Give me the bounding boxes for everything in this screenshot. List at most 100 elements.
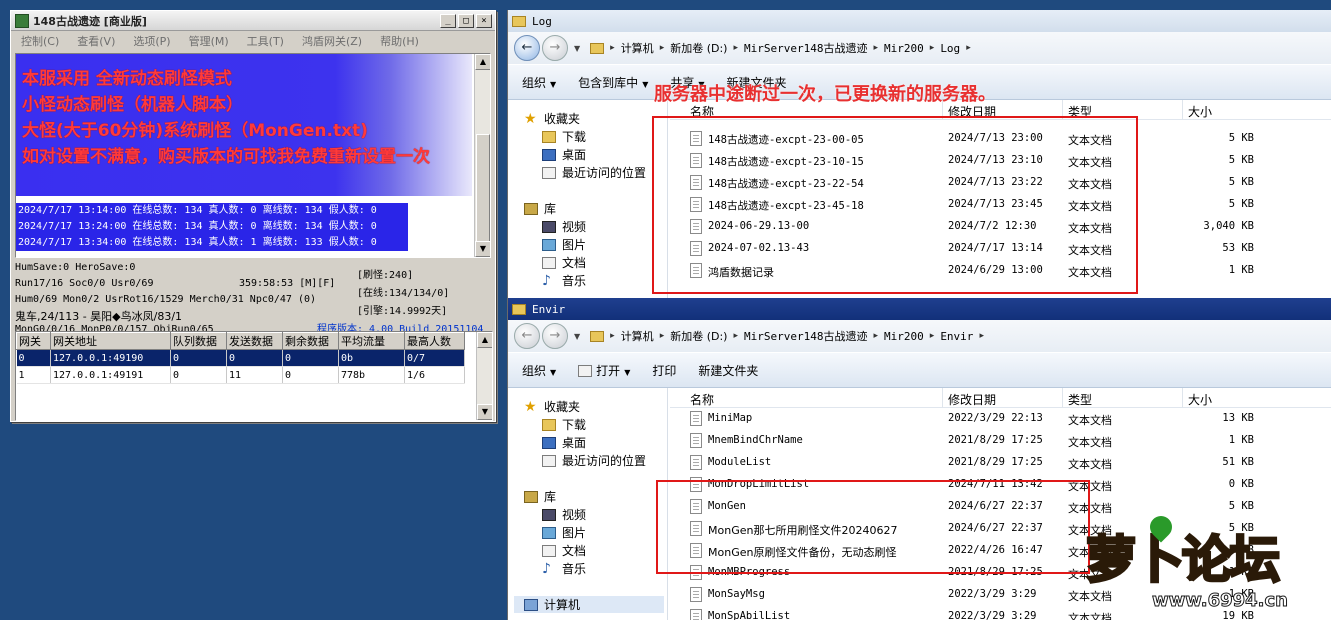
col-max-users[interactable]: 最高人数 bbox=[404, 332, 465, 350]
breadcrumb-item[interactable]: Mir200 bbox=[884, 42, 924, 55]
nav-music[interactable]: ♪ 音乐 bbox=[542, 560, 586, 577]
forward-arrow-icon[interactable]: → bbox=[542, 35, 568, 61]
menu-gateway[interactable]: 鸿盾网关(Z) bbox=[302, 33, 362, 49]
list-item[interactable]: MnemBindChrName 2021/8/29 17:25 文本文档 1 KB bbox=[670, 430, 1331, 452]
nav-favorites[interactable]: ★ 收藏夹 bbox=[524, 110, 580, 127]
menu-view[interactable]: 查看(V) bbox=[77, 33, 115, 49]
back-arrow-icon[interactable]: ← bbox=[514, 323, 540, 349]
col-gateway[interactable]: 网关 bbox=[16, 332, 51, 350]
breadcrumb-item[interactable]: MirServer148古战遗迹 bbox=[744, 328, 867, 344]
col-traffic[interactable]: 平均流量 bbox=[338, 332, 405, 350]
breadcrumb-item[interactable]: Mir200 bbox=[884, 330, 924, 343]
organize-button[interactable]: 组织 ▼ bbox=[522, 74, 556, 91]
nav-recent[interactable]: 最近访问的位置 bbox=[542, 164, 646, 181]
log-address-bar: ← → ▼ ▸ 计算机 ▸ 新加卷 (D:) ▸ MirServer148古战遗迹 ▸… bbox=[508, 32, 1331, 64]
cell: 778b bbox=[338, 366, 405, 384]
log-nav-pane: ★ 收藏夹 下载 桌面 最近访问的位置 库 视频 图片 文档 ♪ 音乐 bbox=[508, 100, 668, 300]
desktop-icon bbox=[542, 148, 556, 161]
stat-humsave: HumSave:0 HeroSave:0 bbox=[15, 262, 136, 273]
nav-documents[interactable]: 文档 bbox=[542, 542, 586, 559]
open-button[interactable]: 打开 ▼ bbox=[578, 362, 630, 379]
breadcrumb[interactable]: ▸ 计算机 ▸ 新加卷 (D:) ▸ MirServer148古战遗迹 ▸ Mir20… bbox=[590, 40, 971, 56]
nav-libraries[interactable]: 库 bbox=[524, 200, 556, 217]
log-scrollbar[interactable]: ▲ ▼ bbox=[474, 54, 490, 257]
folder-icon bbox=[590, 330, 605, 342]
list-item[interactable]: MiniMap 2022/3/29 22:13 文本文档 13 KB bbox=[670, 408, 1331, 430]
close-button[interactable]: × bbox=[476, 13, 492, 28]
scroll-up-icon[interactable]: ▲ bbox=[477, 332, 492, 348]
include-in-library-button[interactable]: 包含到库中 ▼ bbox=[578, 74, 648, 91]
nav-downloads[interactable]: 下载 bbox=[542, 416, 586, 433]
envir-address-bar: ← → ▼ ▸ 计算机 ▸ 新加卷 (D:) ▸ MirServer148古战遗迹 ▸… bbox=[508, 320, 1331, 352]
recent-places-icon bbox=[542, 454, 556, 467]
cell: 127.0.0.1:49190 bbox=[50, 349, 171, 367]
cell: 0 bbox=[16, 349, 51, 367]
list-item[interactable]: ModuleList 2021/8/29 17:25 文本文档 51 KB bbox=[670, 452, 1331, 474]
envir-title-bar[interactable]: Envir bbox=[508, 298, 1331, 320]
breadcrumb-item[interactable]: 计算机 bbox=[621, 328, 654, 344]
nav-pictures[interactable]: 图片 bbox=[542, 524, 586, 541]
banner-line: 小怪动态刷怪（机器人脚本） bbox=[22, 95, 243, 115]
menu-help[interactable]: 帮助(H) bbox=[380, 33, 419, 49]
nav-favorites[interactable]: ★ 收藏夹 bbox=[524, 398, 580, 415]
organize-button[interactable]: 组织 ▼ bbox=[522, 362, 556, 379]
col-size[interactable]: 大小 bbox=[1188, 391, 1212, 408]
history-dropdown-icon[interactable]: ▼ bbox=[574, 332, 580, 341]
envir-nav-pane: ★ 收藏夹 下载 桌面 最近访问的位置 库 视频 图片 文档 ♪ 音乐 计算机 bbox=[508, 388, 668, 620]
breadcrumb-item[interactable]: Envir bbox=[940, 330, 973, 343]
col-date[interactable]: 修改日期 bbox=[948, 391, 996, 408]
new-folder-button[interactable]: 新建文件夹 bbox=[698, 362, 758, 379]
table-row[interactable]: 1 127.0.0.1:49191 0 11 0 778b 1/6 bbox=[16, 366, 465, 384]
menu-control[interactable]: 控制(C) bbox=[21, 33, 59, 49]
scroll-down-icon[interactable]: ▼ bbox=[477, 404, 492, 420]
stat-hum: Hum0/69 Mon0/2 UsrRot16/1529 Merch0/31 N… bbox=[15, 294, 317, 305]
server-title-bar[interactable]: 148古战遗迹 [商业版] _ □ × bbox=[11, 11, 495, 31]
log-line: 2024/7/17 13:24:00 在线总数: 134 真人数: 0 离线数:… bbox=[16, 219, 408, 235]
desktop-icon bbox=[542, 436, 556, 449]
nav-documents[interactable]: 文档 bbox=[542, 254, 586, 271]
col-queue[interactable]: 队列数据 bbox=[170, 332, 227, 350]
menu-manage[interactable]: 管理(M) bbox=[189, 33, 229, 49]
maximize-button[interactable]: □ bbox=[458, 13, 474, 28]
breadcrumb-item[interactable]: 新加卷 (D:) bbox=[670, 40, 727, 56]
nav-desktop[interactable]: 桌面 bbox=[542, 146, 586, 163]
folder-icon bbox=[512, 15, 526, 27]
app-icon bbox=[15, 13, 29, 28]
minimize-button[interactable]: _ bbox=[440, 13, 456, 28]
nav-music[interactable]: ♪ 音乐 bbox=[542, 272, 586, 289]
col-name[interactable]: 名称 bbox=[690, 391, 714, 408]
nav-desktop[interactable]: 桌面 bbox=[542, 434, 586, 451]
star-icon: ★ bbox=[524, 398, 537, 415]
computer-icon bbox=[524, 598, 538, 611]
menu-options[interactable]: 选项(P) bbox=[133, 33, 170, 49]
nav-downloads[interactable]: 下载 bbox=[542, 128, 586, 145]
text-file-icon bbox=[690, 411, 702, 426]
col-type[interactable]: 类型 bbox=[1068, 391, 1092, 408]
scroll-thumb[interactable] bbox=[476, 134, 490, 244]
col-sent[interactable]: 发送数据 bbox=[226, 332, 283, 350]
col-address[interactable]: 网关地址 bbox=[50, 332, 171, 350]
breadcrumb-item[interactable]: 新加卷 (D:) bbox=[670, 328, 727, 344]
nav-pictures[interactable]: 图片 bbox=[542, 236, 586, 253]
nav-videos[interactable]: 视频 bbox=[542, 506, 586, 523]
nav-computer[interactable]: 计算机 bbox=[514, 596, 664, 613]
gateway-scrollbar[interactable]: ▲ ▼ bbox=[476, 332, 492, 420]
menu-tools[interactable]: 工具(T) bbox=[247, 33, 284, 49]
breadcrumb-item[interactable]: 计算机 bbox=[621, 40, 654, 56]
log-title-bar[interactable]: Log bbox=[508, 10, 1331, 32]
scroll-down-icon[interactable]: ▼ bbox=[475, 241, 490, 257]
col-remain[interactable]: 剩余数据 bbox=[282, 332, 339, 350]
breadcrumb[interactable]: ▸ 计算机 ▸ 新加卷 (D:) ▸ MirServer148古战遗迹 ▸ Mir20… bbox=[590, 328, 984, 344]
breadcrumb-item[interactable]: Log bbox=[940, 42, 960, 55]
table-row[interactable]: 0 127.0.0.1:49190 0 0 0 0b 0/7 bbox=[16, 349, 465, 367]
back-arrow-icon[interactable]: ← bbox=[514, 35, 540, 61]
forward-arrow-icon[interactable]: → bbox=[542, 323, 568, 349]
nav-libraries[interactable]: 库 bbox=[524, 488, 556, 505]
col-size[interactable]: 大小 bbox=[1188, 103, 1212, 120]
breadcrumb-item[interactable]: MirServer148古战遗迹 bbox=[744, 40, 867, 56]
nav-recent[interactable]: 最近访问的位置 bbox=[542, 452, 646, 469]
nav-videos[interactable]: 视频 bbox=[542, 218, 586, 235]
scroll-up-icon[interactable]: ▲ bbox=[475, 54, 490, 70]
history-dropdown-icon[interactable]: ▼ bbox=[574, 44, 580, 53]
print-button[interactable]: 打印 bbox=[652, 362, 676, 379]
